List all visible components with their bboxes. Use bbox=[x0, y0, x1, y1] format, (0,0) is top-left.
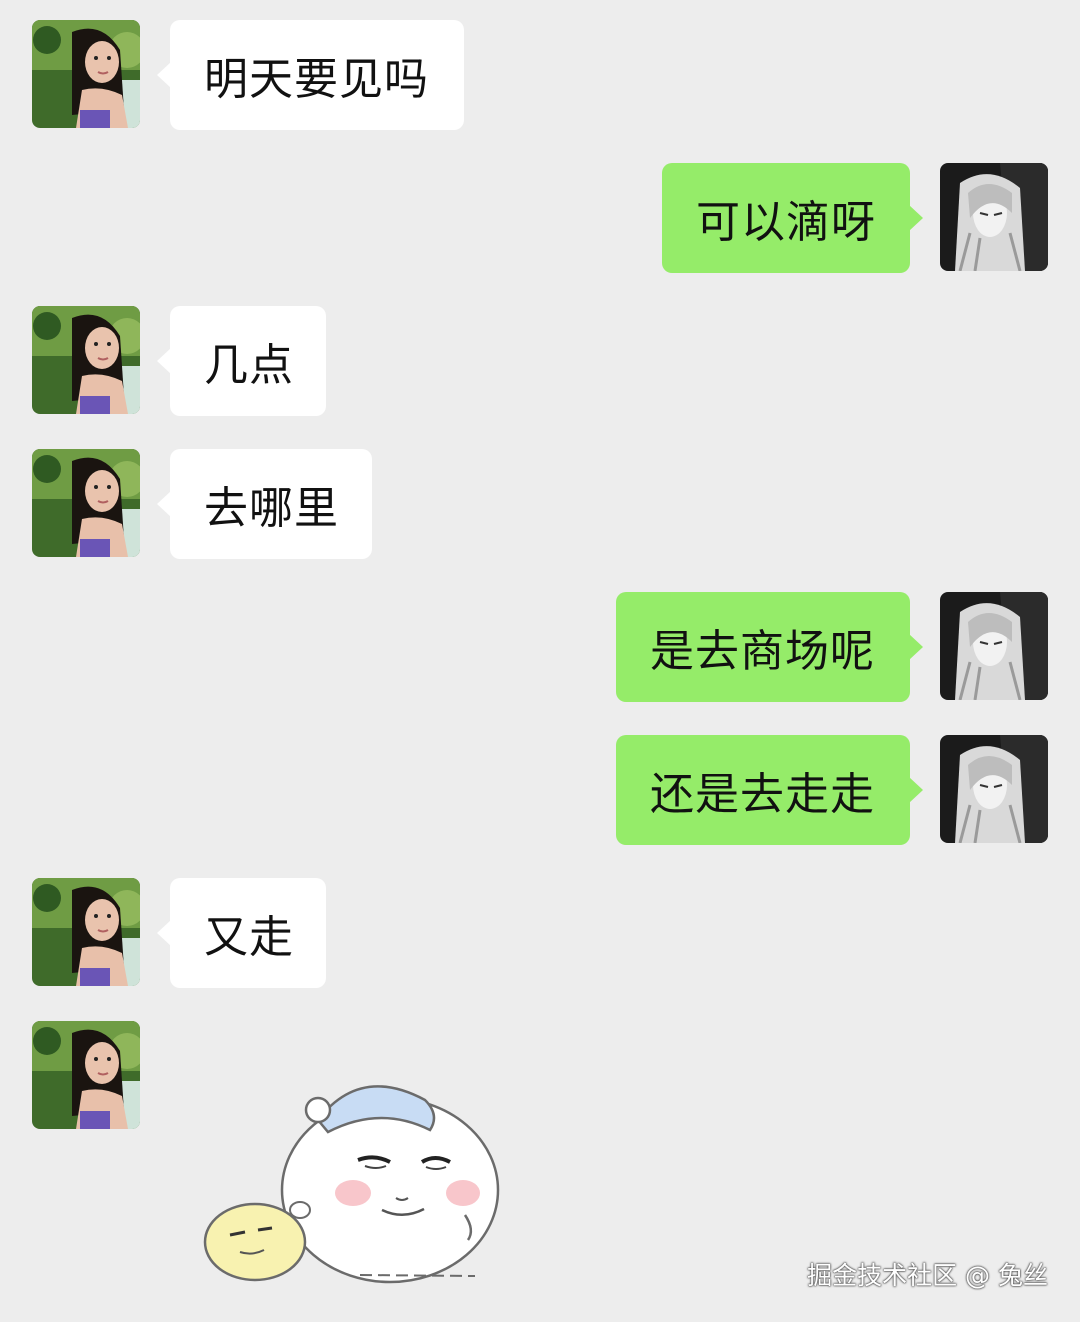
incoming-message[interactable]: 几点 bbox=[157, 306, 326, 416]
girl-photo-avatar-icon bbox=[32, 449, 140, 557]
incoming-message[interactable]: 又走 bbox=[157, 878, 326, 988]
white-hamster-smug-face-sticker-icon bbox=[203, 1085, 500, 1284]
my-avatar[interactable] bbox=[940, 163, 1048, 271]
girl-photo-avatar-icon bbox=[32, 1021, 140, 1129]
outgoing-message[interactable]: 是去商场呢 bbox=[616, 592, 923, 702]
contact-avatar[interactable] bbox=[32, 449, 140, 557]
contact-avatar[interactable] bbox=[32, 20, 140, 128]
outgoing-message[interactable]: 可以滴呀 bbox=[662, 163, 923, 273]
contact-avatar[interactable] bbox=[32, 878, 140, 986]
my-avatar[interactable] bbox=[940, 592, 1048, 700]
incoming-message[interactable]: 明天要见吗 bbox=[157, 20, 464, 130]
incoming-message[interactable]: 去哪里 bbox=[157, 449, 372, 559]
girl-photo-avatar-icon bbox=[32, 878, 140, 986]
my-avatar[interactable] bbox=[940, 735, 1048, 843]
contact-avatar[interactable] bbox=[32, 306, 140, 414]
girl-photo-avatar-icon bbox=[32, 306, 140, 414]
watermark-text: 掘金技术社区 @ 兔丝 bbox=[807, 1261, 1048, 1290]
girl-photo-avatar-icon bbox=[32, 20, 140, 128]
contact-avatar[interactable] bbox=[32, 1021, 140, 1129]
anime-white-hair-avatar-icon bbox=[940, 163, 1048, 271]
sticker-message[interactable] bbox=[200, 1070, 500, 1290]
chat-area[interactable]: 明天要见吗 可以滴呀 几点 去哪里 是去商场呢 还是去走走 又走 掘金技术社区 … bbox=[0, 0, 1080, 1322]
outgoing-message[interactable]: 还是去走走 bbox=[616, 735, 923, 845]
anime-white-hair-avatar-icon bbox=[940, 592, 1048, 700]
anime-white-hair-avatar-icon bbox=[940, 735, 1048, 843]
